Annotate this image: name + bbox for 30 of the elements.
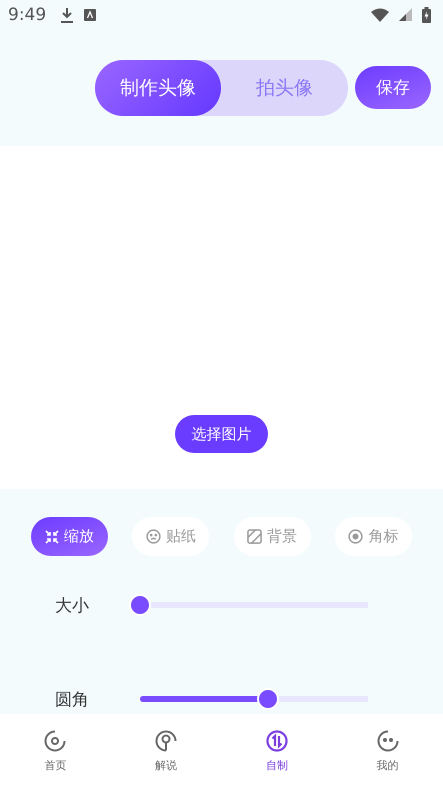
tool-tab[interactable]: 贴纸 bbox=[132, 517, 210, 556]
slider-label: 大小 bbox=[54, 594, 90, 616]
wifi-icon bbox=[371, 8, 389, 22]
mode-tab[interactable]: 拍头像 bbox=[221, 60, 348, 116]
signal-icon bbox=[399, 8, 412, 22]
swap-icon bbox=[266, 730, 288, 752]
nav-item[interactable]: 解说 bbox=[110, 714, 222, 789]
notification-icon bbox=[84, 8, 96, 21]
choose-image-button[interactable]: 选择图片 bbox=[175, 415, 268, 453]
slider-label: 圆角 bbox=[54, 688, 90, 710]
face-icon bbox=[376, 730, 399, 752]
smiley-icon bbox=[146, 529, 161, 544]
slider-thumb[interactable] bbox=[256, 688, 279, 710]
status-time: 9:49 bbox=[8, 4, 46, 25]
radio-icon bbox=[348, 529, 364, 544]
download-icon bbox=[60, 6, 74, 23]
shrink-icon bbox=[45, 530, 59, 544]
save-button[interactable]: 保存 bbox=[355, 66, 431, 110]
tool-tab[interactable]: 角标 bbox=[334, 517, 412, 556]
nav-item[interactable]: 自制 bbox=[222, 714, 332, 789]
nav-item[interactable]: 首页 bbox=[0, 714, 111, 789]
pin-icon bbox=[155, 730, 178, 752]
nav-item[interactable]: 我的 bbox=[332, 714, 443, 789]
tool-tab[interactable]: 缩放 bbox=[31, 517, 108, 556]
disc-icon bbox=[44, 730, 66, 752]
background-icon bbox=[247, 529, 262, 544]
mode-tab[interactable]: 制作头像 bbox=[95, 60, 221, 116]
slider-thumb[interactable] bbox=[129, 594, 151, 616]
battery-icon bbox=[422, 6, 431, 23]
tool-tab[interactable]: 背景 bbox=[234, 517, 311, 556]
